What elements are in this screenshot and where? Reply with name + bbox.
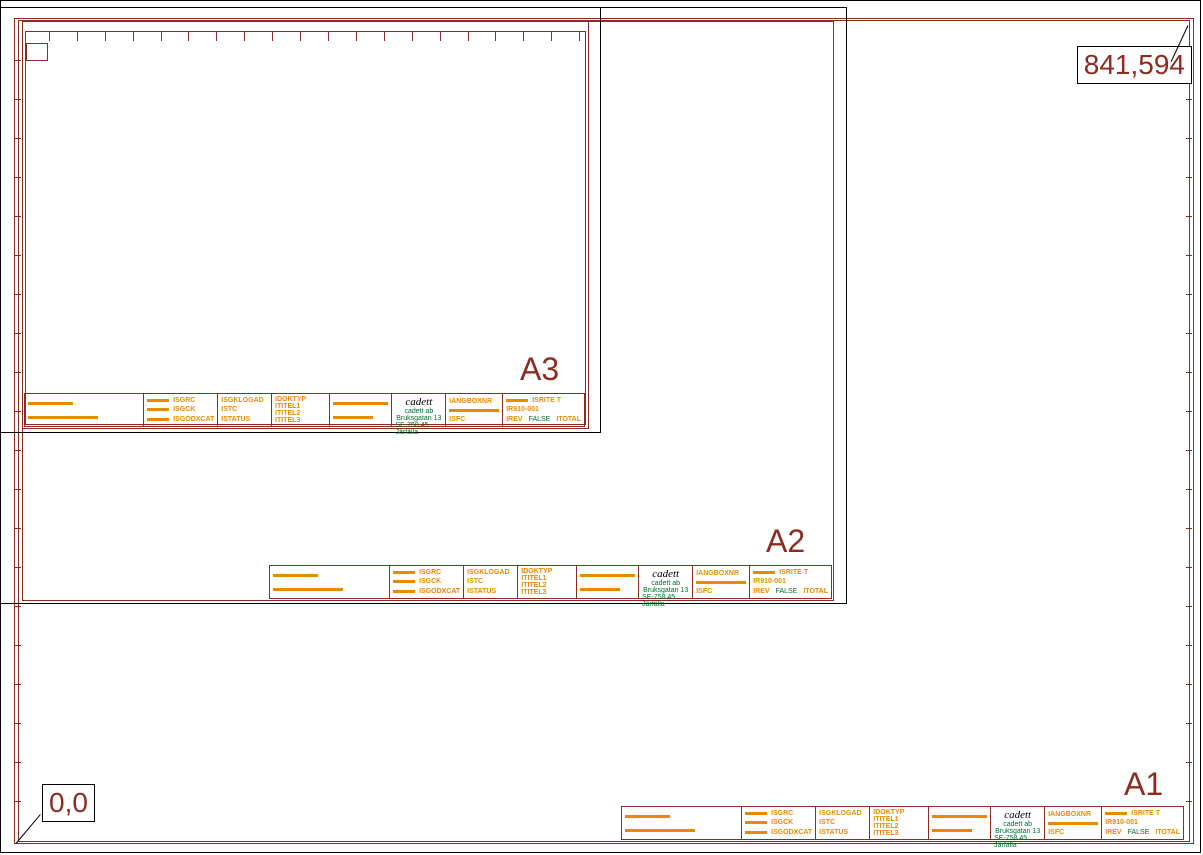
tb-col3c: ITITEL2	[275, 410, 300, 417]
tb-col6e: ITOTAL	[556, 416, 581, 423]
tb-col2b: ISTC	[221, 406, 237, 413]
tb-col2c: ISTATUS	[221, 416, 250, 423]
tb-col2a: ISGKLOGAD	[221, 397, 263, 404]
a3-frame-inner	[25, 31, 586, 425]
a3-titleblock: ISGRC ISGCK ISGODXCAT ISGKLOGAD ISTC IST…	[25, 393, 585, 427]
tb-logo: cadett	[405, 396, 432, 408]
a3-corner-mark	[26, 43, 48, 61]
tb-col3a: IDOKTYP	[275, 396, 306, 403]
tb-col5b: ISFC	[449, 416, 465, 423]
tb-col6d: FALSE	[529, 416, 551, 423]
tb-col1b: ISGCK	[173, 406, 195, 413]
a3-top-ticks	[22, 31, 580, 41]
tb-col6c: IREV	[506, 416, 522, 423]
a2-label: A2	[766, 523, 805, 560]
tb-col6a: IR910-001	[506, 406, 539, 413]
a3-label: A3	[520, 351, 559, 388]
tb-addr1: cadett ab	[404, 408, 433, 415]
a1-right-ticks	[1186, 22, 1192, 840]
tb-addr3: SE-758 45 Järfälla	[395, 422, 442, 436]
tb-col1a: ISGRC	[173, 397, 195, 404]
a2-titleblock: ISGRC ISGCK ISGODXCAT ISGKLOGAD ISTC IST…	[270, 565, 832, 599]
coord-origin: 0,0	[42, 784, 95, 822]
a1-label: A1	[1124, 766, 1163, 803]
a1-titleblock: ISGRC ISGCK ISGODXCAT ISGKLOGAD ISTC IST…	[622, 806, 1184, 840]
tb-col6b: ISRITE T	[532, 397, 561, 404]
tb-col3d: ITITEL3	[275, 417, 300, 424]
tb-addr2: Bruksgatan 13	[396, 415, 441, 422]
tb-col3b: ITITEL1	[275, 403, 300, 410]
diagram-canvas: A3 A2 A1 841,594 0,0 ISGRC ISGCK ISGODXC…	[0, 0, 1203, 855]
tb-col5a: IANGBOXNR	[449, 398, 492, 405]
tb-col1c: ISGODXCAT	[173, 416, 214, 423]
